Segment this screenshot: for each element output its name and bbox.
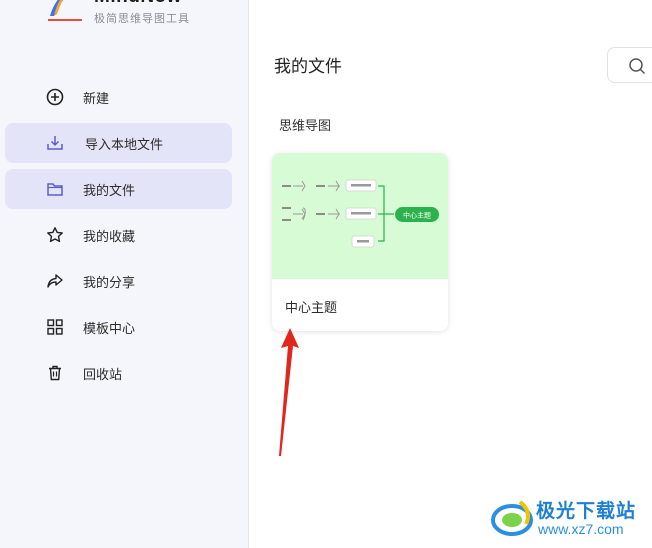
trash-icon: [49, 365, 61, 381]
watermark-url: www.xz7.com: [538, 521, 624, 537]
file-name: 中心主题: [285, 301, 338, 316]
sidebar-item-label: 回收站: [83, 367, 123, 383]
sidebar-item-label: 我的分享: [83, 275, 136, 291]
grid-icon: [47, 319, 63, 335]
import-icon: [47, 136, 63, 150]
sidebar-item-new[interactable]: 新建: [5, 77, 232, 117]
feather-logo-icon: [48, 0, 82, 21]
sidebar-item-label: 模板中心: [83, 321, 136, 337]
section-title: 思维导图: [279, 119, 332, 134]
main-content: 我的文件 思维导图 中心主题 中心主题: [250, 0, 652, 548]
share-icon: [47, 274, 63, 288]
search-button[interactable]: [607, 47, 652, 83]
plus-circle-icon: [46, 88, 64, 106]
watermark: 极光下载站 www.xz7.com: [490, 494, 650, 542]
file-card[interactable]: 中心主题 中心主题: [272, 153, 448, 331]
red-arrow-annotation: [279, 328, 299, 456]
sidebar: MindNow 极简思维导图工具 新建 导入本地文件 我的文件 我的收藏: [0, 0, 249, 548]
search-icon: [629, 58, 646, 75]
sidebar-item-label: 我的收藏: [83, 229, 136, 245]
watermark-text: 极光下载站: [536, 500, 637, 522]
sidebar-item-trash[interactable]: 回收站: [5, 353, 232, 393]
app-name: MindNow: [94, 0, 182, 8]
sidebar-item-templates[interactable]: 模板中心: [5, 307, 232, 347]
thumb-center-label: 中心主题: [403, 211, 431, 220]
mindmap-thumbnail: 中心主题: [272, 153, 448, 279]
star-icon: [47, 227, 63, 243]
page-title: 我的文件: [274, 57, 342, 77]
mindmap-preview-image: 中心主题: [282, 179, 439, 248]
sidebar-item-label: 新建: [83, 91, 110, 107]
sidebar-item-shares[interactable]: 我的分享: [5, 261, 232, 301]
app-logo[interactable]: MindNow 极简思维导图工具: [44, 0, 244, 30]
sidebar-item-label: 导入本地文件: [85, 137, 164, 153]
app-tagline: 极简思维导图工具: [94, 12, 190, 25]
sidebar-item-label: 我的文件: [83, 183, 136, 199]
watermark-logo-icon: [491, 500, 533, 536]
sidebar-item-import[interactable]: 导入本地文件: [5, 123, 232, 163]
sidebar-item-my-files[interactable]: 我的文件: [5, 169, 232, 209]
folder-icon: [47, 183, 63, 196]
sidebar-item-favorites[interactable]: 我的收藏: [5, 215, 232, 255]
